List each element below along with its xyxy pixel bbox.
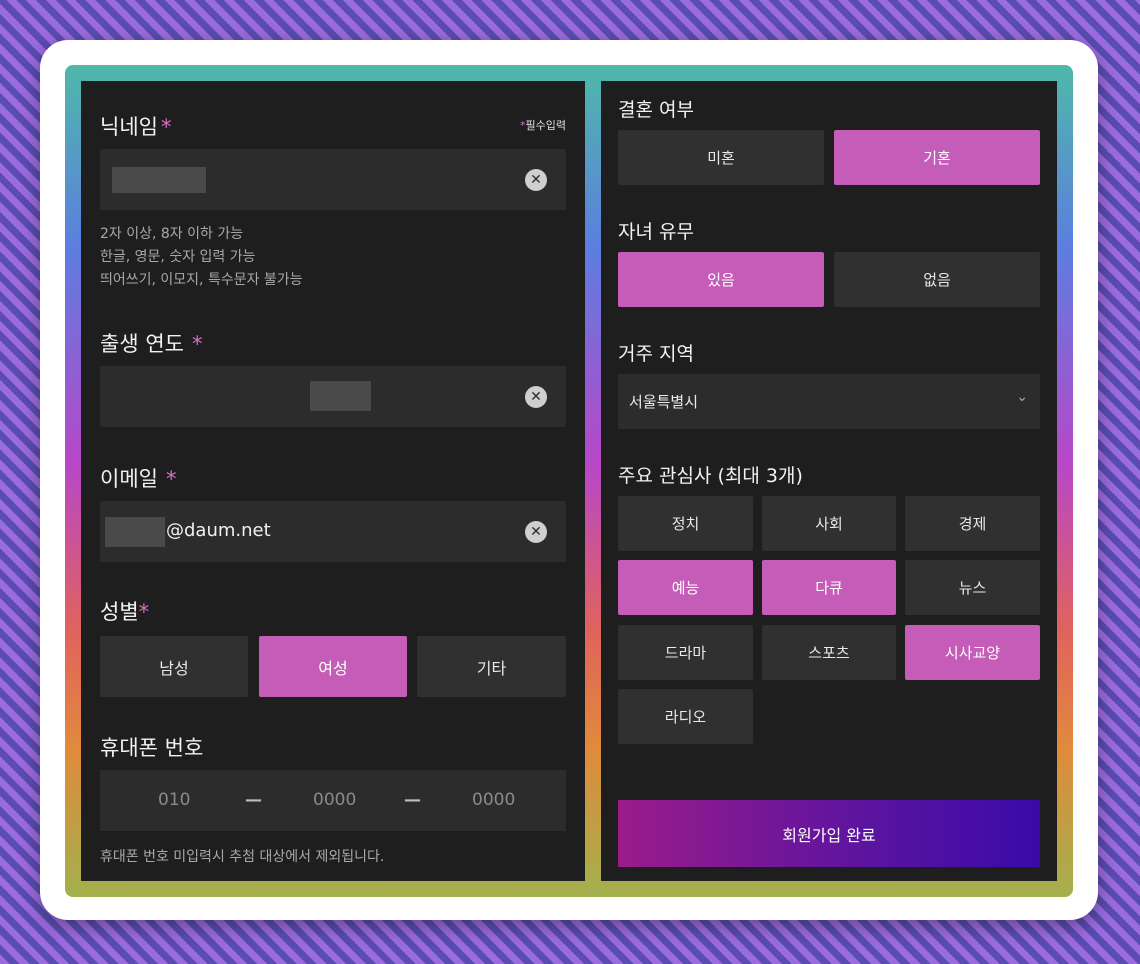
children-label: 자녀 유무	[618, 221, 694, 243]
email-label: 이메일 *	[100, 463, 176, 493]
nickname-label: 닉네임 *	[100, 111, 171, 141]
required-mark: *	[138, 600, 150, 624]
redacted-value	[105, 517, 165, 547]
marriage-label: 결혼 여부	[618, 99, 694, 121]
required-mark: *	[165, 467, 177, 491]
phone-label: 휴대폰 번호	[100, 736, 204, 760]
children-option-no[interactable]: 없음	[834, 252, 1040, 307]
birth-year-input[interactable]: ✕	[100, 366, 566, 427]
interest-option-politics[interactable]: 정치	[618, 496, 753, 551]
interest-option-news[interactable]: 뉴스	[905, 560, 1040, 615]
phone-input-group: 010 — 0000 — 0000	[100, 770, 566, 831]
chevron-down-icon: ⌄	[1016, 389, 1028, 405]
gender-label: 성별*	[100, 596, 149, 626]
hint-line: 띄어쓰기, 이모지, 특수문자 불가능	[100, 272, 303, 288]
email-label-text: 이메일	[100, 467, 158, 491]
phone-dash: —	[245, 790, 262, 810]
gender-option-male[interactable]: 남성	[100, 636, 248, 697]
region-label: 거주 지역	[618, 343, 694, 365]
phone-part3-input[interactable]: 0000	[472, 790, 515, 810]
required-mark: *	[191, 332, 203, 356]
nickname-label-text: 닉네임	[100, 115, 158, 139]
phone-part1-input[interactable]: 010	[158, 790, 190, 810]
interest-option-documentary[interactable]: 다큐	[762, 560, 896, 615]
clear-icon[interactable]: ✕	[525, 169, 547, 191]
required-note-text: 필수입력	[525, 119, 566, 132]
redacted-value	[112, 167, 206, 193]
required-mark: *	[160, 115, 172, 139]
birth-year-label-text: 출생 연도	[100, 332, 184, 356]
signup-form-right: 결혼 여부 미혼 기혼 자녀 유무 있음 없음 거주 지역 서울특별시 ⌄ 주요…	[601, 81, 1057, 881]
nickname-input[interactable]: ✕	[100, 149, 566, 210]
hint-line: 2자 이상, 8자 이하 가능	[100, 226, 244, 242]
region-select[interactable]: 서울특별시 ⌄	[618, 374, 1040, 429]
gender-option-female[interactable]: 여성	[259, 636, 407, 697]
signup-form-left: 닉네임 * *필수입력 ✕ 2자 이상, 8자 이하 가능 한글, 영문, 숫자 …	[81, 81, 585, 881]
interest-option-sports[interactable]: 스포츠	[762, 625, 896, 680]
clear-icon[interactable]: ✕	[525, 521, 547, 543]
nickname-hints: 2자 이상, 8자 이하 가능 한글, 영문, 숫자 입력 가능 띄어쓰기, 이…	[100, 223, 303, 292]
interest-option-current-affairs[interactable]: 시사교양	[905, 625, 1040, 680]
interest-option-radio[interactable]: 라디오	[618, 689, 753, 744]
email-input[interactable]: @daum.net ✕	[100, 501, 566, 562]
interest-option-variety[interactable]: 예능	[618, 560, 753, 615]
interest-option-economy[interactable]: 경제	[905, 496, 1040, 551]
hint-line: 한글, 영문, 숫자 입력 가능	[100, 249, 256, 265]
phone-part2-input[interactable]: 0000	[313, 790, 356, 810]
signup-complete-button[interactable]: 회원가입 완료	[618, 800, 1040, 867]
gender-label-text: 성별	[100, 600, 139, 624]
gender-option-other[interactable]: 기타	[417, 636, 566, 697]
interest-option-society[interactable]: 사회	[762, 496, 896, 551]
required-note: *필수입력	[520, 117, 566, 133]
interests-label: 주요 관심사 (최대 3개)	[618, 465, 803, 487]
children-option-yes[interactable]: 있음	[618, 252, 824, 307]
email-domain: @daum.net	[166, 520, 271, 541]
phone-note: 휴대폰 번호 미입력시 추첨 대상에서 제외됩니다.	[100, 849, 385, 865]
region-select-value: 서울특별시	[629, 393, 699, 411]
marriage-option-single[interactable]: 미혼	[618, 130, 824, 185]
clear-icon[interactable]: ✕	[525, 386, 547, 408]
birth-year-label: 출생 연도 *	[100, 328, 202, 358]
marriage-option-married[interactable]: 기혼	[834, 130, 1040, 185]
phone-dash: —	[404, 790, 421, 810]
interest-option-drama[interactable]: 드라마	[618, 625, 753, 680]
redacted-value	[310, 381, 371, 411]
